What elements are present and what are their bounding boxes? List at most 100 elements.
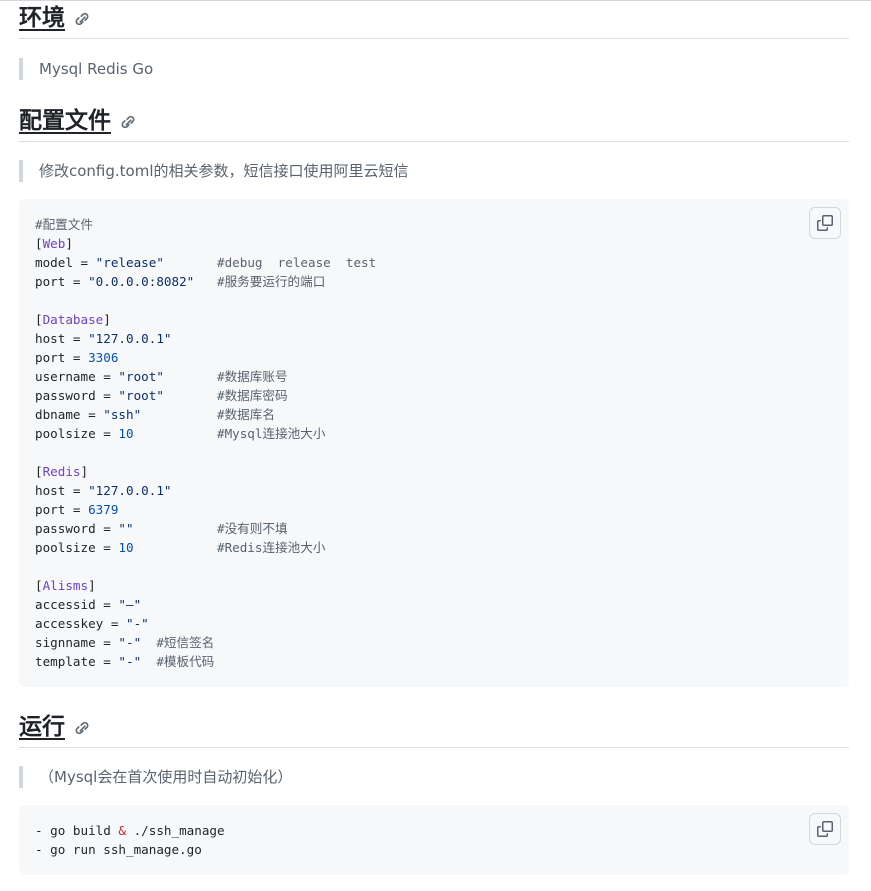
- code-line: [Alisms]: [35, 576, 833, 595]
- code-token: port =: [35, 274, 89, 289]
- code-token: "release": [95, 255, 164, 270]
- code-token: "0.0.0.0:8082": [88, 274, 195, 289]
- link-icon[interactable]: [73, 10, 91, 28]
- heading-run: 运行: [19, 713, 849, 748]
- code-token: 10: [118, 426, 134, 441]
- code-token: username =: [35, 369, 119, 384]
- code-token: "root": [118, 388, 164, 403]
- code-token: - go build: [35, 823, 119, 838]
- code-token: #服务要运行的端口: [194, 274, 326, 289]
- code-line: [Database]: [35, 310, 833, 329]
- run-code-block[interactable]: - go build & ./ssh_manage - go run ssh_ma…: [19, 805, 849, 875]
- code-line: host = "127.0.0.1": [35, 481, 833, 500]
- code-token: accesskey =: [35, 616, 126, 631]
- code-line: host = "127.0.0.1": [35, 329, 833, 348]
- copy-button[interactable]: [809, 813, 841, 845]
- run-quote: （Mysql会在首次使用时自动初始化）: [19, 766, 292, 788]
- code-line: password = "" #没有则不填: [35, 519, 833, 538]
- code-token: host =: [35, 483, 89, 498]
- code-token: Web: [42, 236, 66, 251]
- code-token: - go run ssh_manage.go: [35, 842, 202, 857]
- code-token: [: [35, 236, 43, 251]
- code-token: #配置文件: [35, 217, 93, 232]
- code-token: dbname =: [35, 407, 104, 422]
- code-token: password =: [35, 521, 119, 536]
- heading-run-title: 运行: [19, 714, 65, 740]
- code-token: #数据库账号: [163, 369, 288, 384]
- code-line: [Web]: [35, 234, 833, 253]
- code-token: "—": [118, 597, 142, 612]
- code-token: Database: [42, 312, 104, 327]
- code-token: &: [118, 823, 126, 838]
- code-token: "-": [126, 616, 149, 631]
- config-code-block[interactable]: #配置文件 [Web] model = "release" #debug relea…: [19, 199, 849, 687]
- heading-env: 环境: [19, 4, 849, 39]
- code-token: ]: [65, 236, 73, 251]
- heading-config-title: 配置文件: [19, 108, 111, 134]
- code-token: poolsize =: [35, 540, 119, 555]
- config-code: #配置文件 [Web] model = "release" #debug relea…: [19, 199, 849, 687]
- code-token: "": [118, 521, 134, 536]
- code-line: - go build & ./ssh_manage: [35, 821, 833, 840]
- code-token: #数据库密码: [163, 388, 288, 403]
- code-token: port =: [35, 350, 89, 365]
- code-line: username = "root" #数据库账号: [35, 367, 833, 386]
- code-token: #模板代码: [141, 654, 215, 669]
- code-token: 3306: [88, 350, 119, 365]
- code-token: "-": [118, 654, 142, 669]
- code-line: port = 3306: [35, 348, 833, 367]
- code-token: "127.0.0.1": [88, 483, 172, 498]
- code-token: 6379: [88, 502, 119, 517]
- code-line: port = "0.0.0.0:8082" #服务要运行的端口: [35, 272, 833, 291]
- code-line: model = "release" #debug release test: [35, 253, 833, 272]
- code-token: ]: [88, 578, 96, 593]
- heading-env-title: 环境: [19, 5, 65, 31]
- code-token: ]: [103, 312, 111, 327]
- code-token: ./ssh_manage: [126, 823, 225, 838]
- code-token: #没有则不填: [133, 521, 288, 536]
- code-line: signname = "-" #短信签名: [35, 633, 833, 652]
- code-line: [Redis]: [35, 462, 833, 481]
- code-token: "ssh": [103, 407, 142, 422]
- code-token: #数据库名: [141, 407, 275, 422]
- code-token: model =: [35, 255, 96, 270]
- code-token: [: [35, 312, 43, 327]
- code-line: #配置文件: [35, 215, 833, 234]
- code-token: host =: [35, 331, 89, 346]
- env-quote: Mysql Redis Go: [19, 58, 153, 80]
- code-token: Alisms: [42, 578, 89, 593]
- code-token: signname =: [35, 635, 119, 650]
- copy-button[interactable]: [809, 207, 841, 239]
- code-token: #Mysql连接池大小: [133, 426, 326, 441]
- code-token: "root": [118, 369, 164, 384]
- code-token: [: [35, 578, 43, 593]
- code-token: Redis: [42, 464, 81, 479]
- link-icon[interactable]: [119, 113, 137, 131]
- link-icon[interactable]: [73, 719, 91, 737]
- code-token: #debug release test: [163, 255, 377, 270]
- code-line: dbname = "ssh" #数据库名: [35, 405, 833, 424]
- heading-config: 配置文件: [19, 107, 849, 142]
- code-token: port =: [35, 502, 89, 517]
- code-line: poolsize = 10 #Redis连接池大小: [35, 538, 833, 557]
- code-token: #Redis连接池大小: [133, 540, 326, 555]
- run-code: - go build & ./ssh_manage - go run ssh_ma…: [19, 805, 849, 875]
- code-token: "127.0.0.1": [88, 331, 172, 346]
- code-line: port = 6379: [35, 500, 833, 519]
- code-line: poolsize = 10 #Mysql连接池大小: [35, 424, 833, 443]
- code-token: [: [35, 464, 43, 479]
- code-token: accessid =: [35, 597, 119, 612]
- config-quote: 修改config.toml的相关参数，短信接口使用阿里云短信: [19, 160, 409, 182]
- code-token: 10: [118, 540, 134, 555]
- code-line: - go run ssh_manage.go: [35, 840, 833, 859]
- code-line: accesskey = "-": [35, 614, 833, 633]
- code-token: #短信签名: [141, 635, 215, 650]
- copy-icon: [817, 821, 833, 837]
- code-token: "-": [118, 635, 142, 650]
- top-divider: [0, 0, 871, 1]
- code-line: template = "-" #模板代码: [35, 652, 833, 671]
- code-line: password = "root" #数据库密码: [35, 386, 833, 405]
